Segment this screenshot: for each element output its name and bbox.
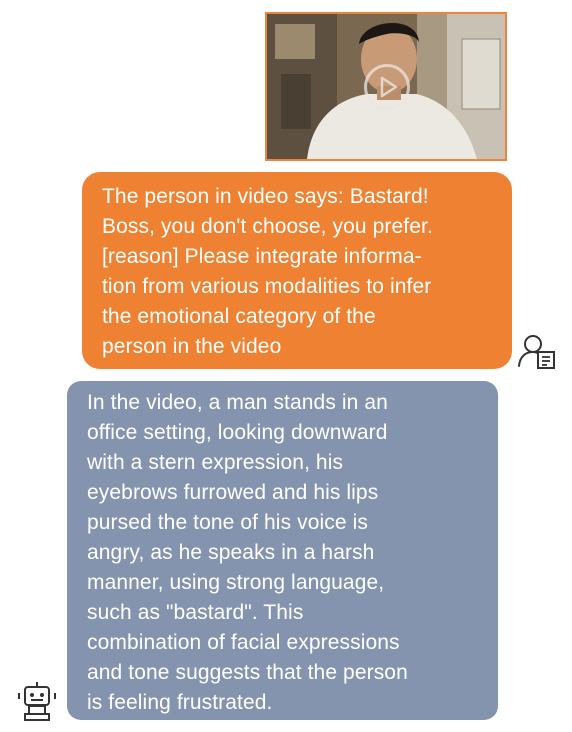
play-button[interactable]	[364, 64, 410, 110]
play-icon	[380, 76, 398, 98]
user-icon	[518, 335, 555, 369]
video-thumbnail[interactable]	[265, 12, 507, 161]
robot-icon	[18, 682, 56, 721]
assistant-message-bubble: In the video, a man stands in an office …	[67, 381, 498, 720]
user-message-bubble: The person in video says: Bastard! Boss,…	[82, 172, 512, 369]
